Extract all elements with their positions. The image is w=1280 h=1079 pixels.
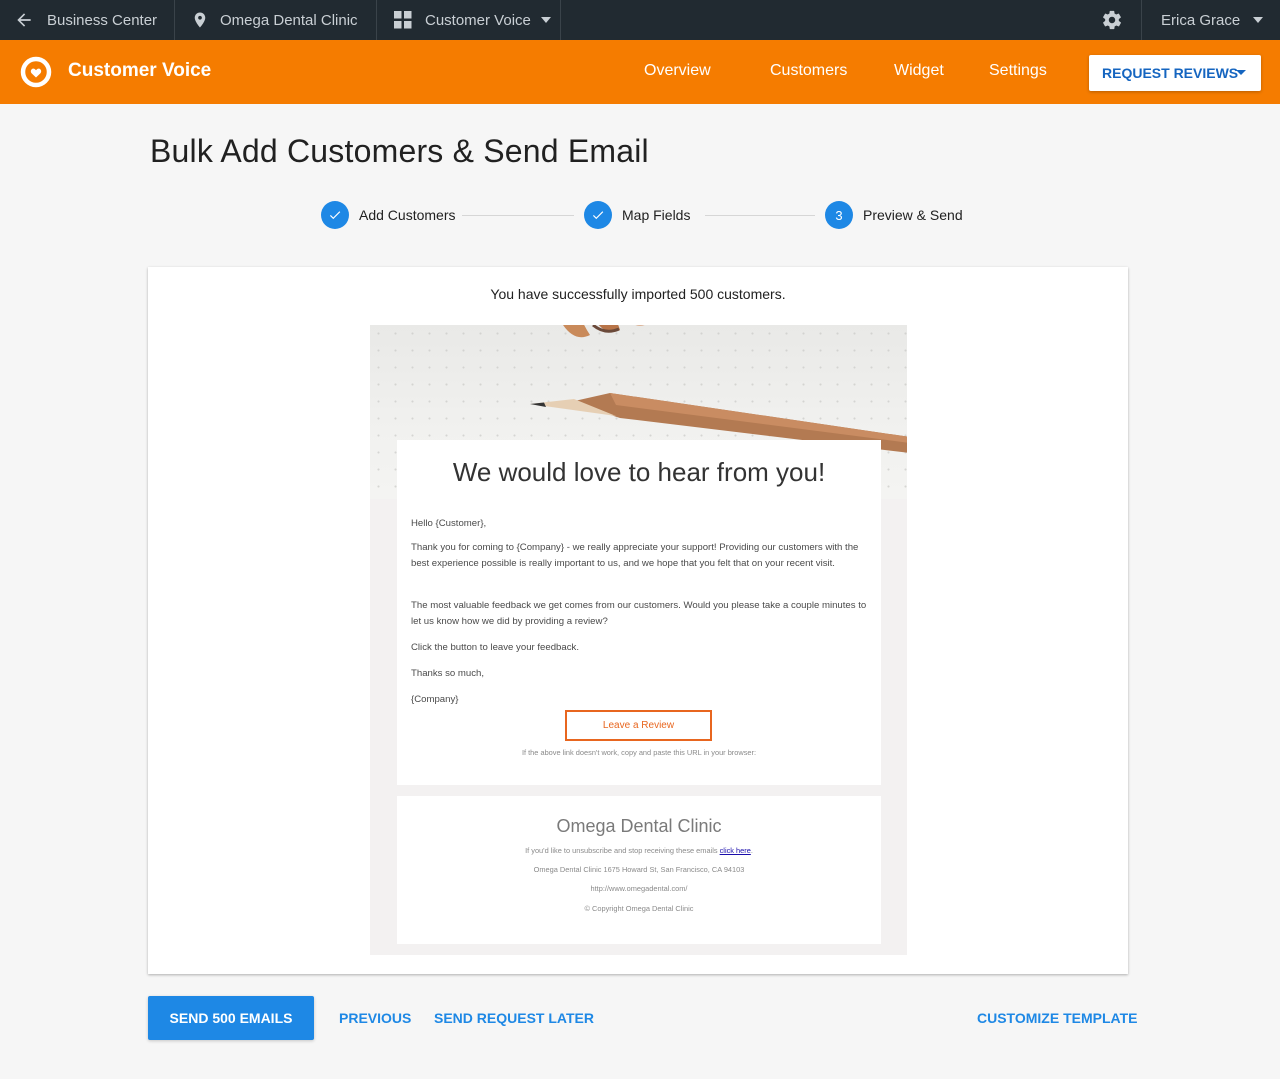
footer-website: http://www.omegadental.com/ (590, 884, 688, 893)
step-1-label: Add Customers (359, 207, 456, 223)
top-bar: Business Center Omega Dental Clinic Cust… (0, 0, 1280, 40)
apps-grid-icon (394, 11, 412, 29)
divider (1141, 0, 1142, 40)
pencil-shavings-graphic (563, 325, 645, 338)
caret-down-icon (540, 17, 551, 23)
email-paragraph-1: Thank you for coming to {Company} - we r… (411, 542, 859, 569)
footer-copyright: © Copyright Omega Dental Clinic (584, 904, 694, 913)
divider (376, 0, 377, 40)
user-name: Erica Grace (1161, 11, 1241, 29)
email-greeting: Hello {Customer}, (411, 518, 487, 529)
send-request-later-button[interactable]: SEND REQUEST LATER (434, 1010, 594, 1026)
gear-icon (1103, 10, 1121, 30)
request-reviews-button[interactable]: REQUEST REVIEWS (1089, 55, 1261, 91)
caret-down-icon (1253, 17, 1264, 23)
unsubscribe-link[interactable]: click here (720, 846, 751, 855)
email-headline: We would love to hear from you! (452, 457, 826, 487)
nav-widget[interactable]: Widget (894, 62, 944, 80)
email-signoff: Thanks so much, (411, 668, 485, 679)
caret-down-icon (1236, 70, 1246, 75)
nav-overview[interactable]: Overview (644, 62, 711, 80)
leave-review-button[interactable]: Leave a Review (565, 710, 712, 741)
unsubscribe-line: If you'd like to unsubscribe and stop re… (525, 846, 753, 855)
previous-button[interactable]: PREVIOUS (339, 1010, 411, 1026)
step-3-label: Preview & Send (863, 207, 963, 223)
step-1-check-icon (321, 201, 349, 229)
divider (174, 0, 175, 40)
user-menu[interactable]: Erica Grace (1161, 0, 1264, 40)
send-emails-button[interactable]: SEND 500 EMAILS (148, 996, 314, 1040)
step-connector (705, 215, 815, 216)
customer-voice-logo-icon (20, 56, 52, 88)
location-pin-icon (194, 12, 206, 28)
email-preview: We would love to hear from you! Hello {C… (370, 325, 907, 955)
step-2-label: Map Fields (622, 207, 691, 223)
nav-customers[interactable]: Customers (770, 62, 847, 80)
email-signature: {Company} (411, 694, 459, 705)
divider (560, 0, 561, 40)
product-selector[interactable]: Customer Voice (394, 0, 551, 40)
nav-settings[interactable]: Settings (989, 62, 1047, 80)
location-label: Omega Dental Clinic (220, 11, 358, 29)
app-title[interactable]: Customer Voice (68, 60, 211, 82)
unsubscribe-text: If you'd like to unsubscribe and stop re… (525, 846, 718, 855)
back-to-business-center[interactable]: Business Center (14, 0, 157, 40)
product-label: Customer Voice (425, 11, 531, 29)
email-paragraph-2: The most valuable feedback we get comes … (411, 600, 867, 627)
footer-company-name: Omega Dental Clinic (556, 816, 722, 836)
step-2-check-icon (584, 201, 612, 229)
arrow-back-icon (17, 13, 31, 27)
email-footer: Omega Dental Clinic If you'd like to uns… (397, 796, 881, 944)
app-navbar: Customer Voice Overview Customers Widget… (0, 40, 1280, 104)
request-reviews-label: REQUEST REVIEWS (1102, 65, 1239, 81)
link-fallback-note: If the above link doesn't work, copy and… (521, 748, 757, 757)
customize-template-button[interactable]: CUSTOMIZE TEMPLATE (977, 1010, 1137, 1026)
step-3-number: 3 (825, 201, 853, 229)
settings-button[interactable] (1101, 0, 1123, 40)
location-selector[interactable]: Omega Dental Clinic (191, 0, 358, 40)
step-connector (462, 215, 574, 216)
footer-address: Omega Dental Clinic 1675 Howard St, San … (533, 865, 745, 874)
email-paragraph-3: Click the button to leave your feedback. (411, 642, 579, 653)
import-success-message: You have successfully imported 500 custo… (490, 286, 786, 302)
page-title: Bulk Add Customers & Send Email (150, 133, 649, 169)
email-body: We would love to hear from you! Hello {C… (397, 440, 881, 785)
business-center-label: Business Center (47, 11, 158, 29)
